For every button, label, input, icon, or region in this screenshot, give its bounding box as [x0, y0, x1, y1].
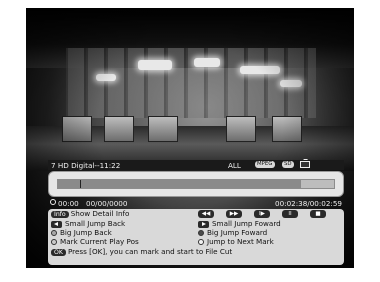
rewind-button[interactable]: ◀◀: [198, 210, 214, 218]
elapsed-total-time: 00:02:38/00:02:59: [275, 199, 342, 208]
right-arrow-icon: [198, 220, 209, 228]
big-jump-forward-dot-icon: [198, 230, 204, 236]
big-jump-forward-label: Big Jump Foward: [207, 228, 268, 237]
mark-current-dot-icon: [51, 239, 57, 245]
help-row-mark: Mark Current Play Pos: [51, 238, 139, 246]
fast-forward-button[interactable]: ▶▶: [226, 210, 242, 218]
pause-button[interactable]: II: [282, 210, 298, 218]
help-row-small-forward: Small Jump Foward: [198, 220, 281, 228]
jump-next-mark-dot-icon: [198, 239, 204, 245]
help-row-next-mark: Jump to Next Mark: [198, 238, 274, 246]
big-jump-back-dot-icon: [51, 230, 57, 236]
time-row: 00:00 00/00/0000 00:02:38/00:02:59: [48, 198, 344, 208]
ok-label: Press [OK], you can mark and start to Fi…: [67, 247, 233, 256]
tv-icon: [300, 161, 310, 168]
channel-mode: ALL: [228, 161, 241, 170]
help-panel: Info Show Detail Info ◀◀ ▶▶ I▶ II ■ Small…: [48, 209, 344, 265]
progress-fill: [58, 180, 301, 188]
help-row-ok: OK Press [OK], you can mark and start to …: [51, 248, 232, 256]
mpeg-badge: MPEG: [255, 161, 275, 168]
info-label: Show Detail Info: [70, 209, 130, 218]
small-jump-forward-label: Small Jump Foward: [212, 219, 281, 228]
help-row-big-back: Big Jump Back: [51, 229, 112, 237]
stop-button[interactable]: ■: [310, 210, 326, 218]
recording-date: 00/00/0000: [86, 199, 128, 208]
info-key[interactable]: Info: [51, 210, 69, 218]
channel-info-bar: 7 HD Digital--11:22 ALL MPEG SD: [48, 160, 344, 170]
progress-marker[interactable]: [80, 180, 82, 188]
progress-bar[interactable]: [57, 179, 335, 189]
help-row-info: Info Show Detail Info: [51, 210, 129, 218]
mark-current-label: Mark Current Play Pos: [60, 237, 139, 246]
help-row-big-forward: Big Jump Foward: [198, 229, 267, 237]
channel-title: 7 HD Digital--11:22: [51, 161, 121, 170]
jump-next-mark-label: Jump to Next Mark: [207, 237, 274, 246]
left-arrow-icon: [51, 220, 62, 228]
help-row-small-back: Small Jump Back: [51, 220, 125, 228]
small-jump-back-label: Small Jump Back: [65, 219, 126, 228]
sd-badge: SD: [282, 161, 294, 168]
big-jump-back-label: Big Jump Back: [60, 228, 112, 237]
clock-icon: [50, 199, 56, 205]
progress-panel: [48, 171, 344, 197]
ok-key[interactable]: OK: [51, 248, 66, 256]
step-button[interactable]: I▶: [254, 210, 270, 218]
start-time: 00:00: [58, 199, 79, 208]
